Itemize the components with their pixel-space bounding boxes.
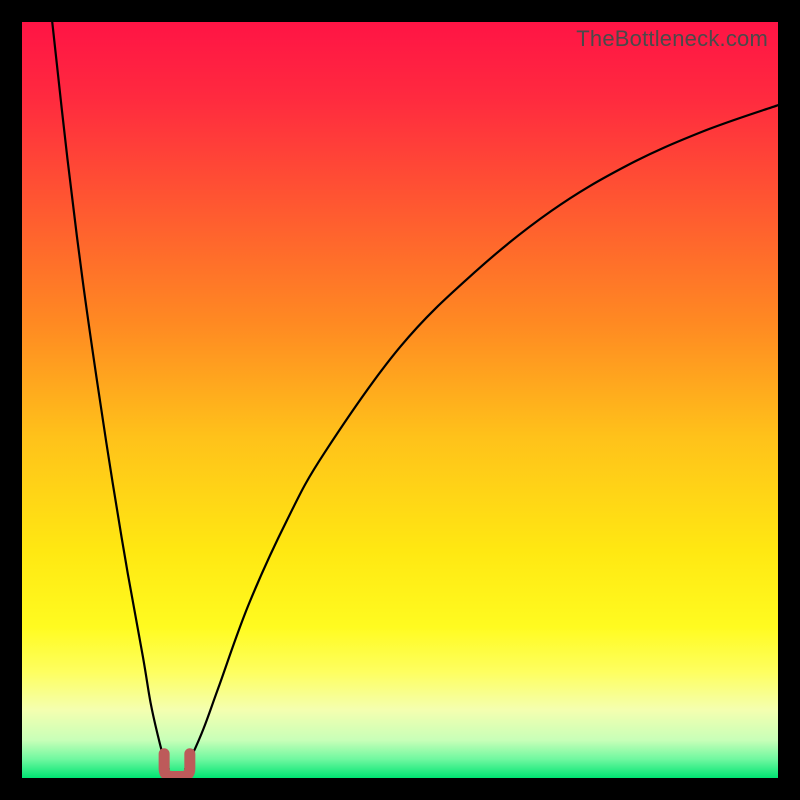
minimum-marker <box>164 754 190 777</box>
curve-right-branch <box>185 105 778 769</box>
outer-frame: TheBottleneck.com <box>0 0 800 800</box>
watermark-text: TheBottleneck.com <box>576 26 768 52</box>
chart-svg <box>22 22 778 778</box>
plot-area: TheBottleneck.com <box>22 22 778 778</box>
curve-left-branch <box>52 22 168 769</box>
